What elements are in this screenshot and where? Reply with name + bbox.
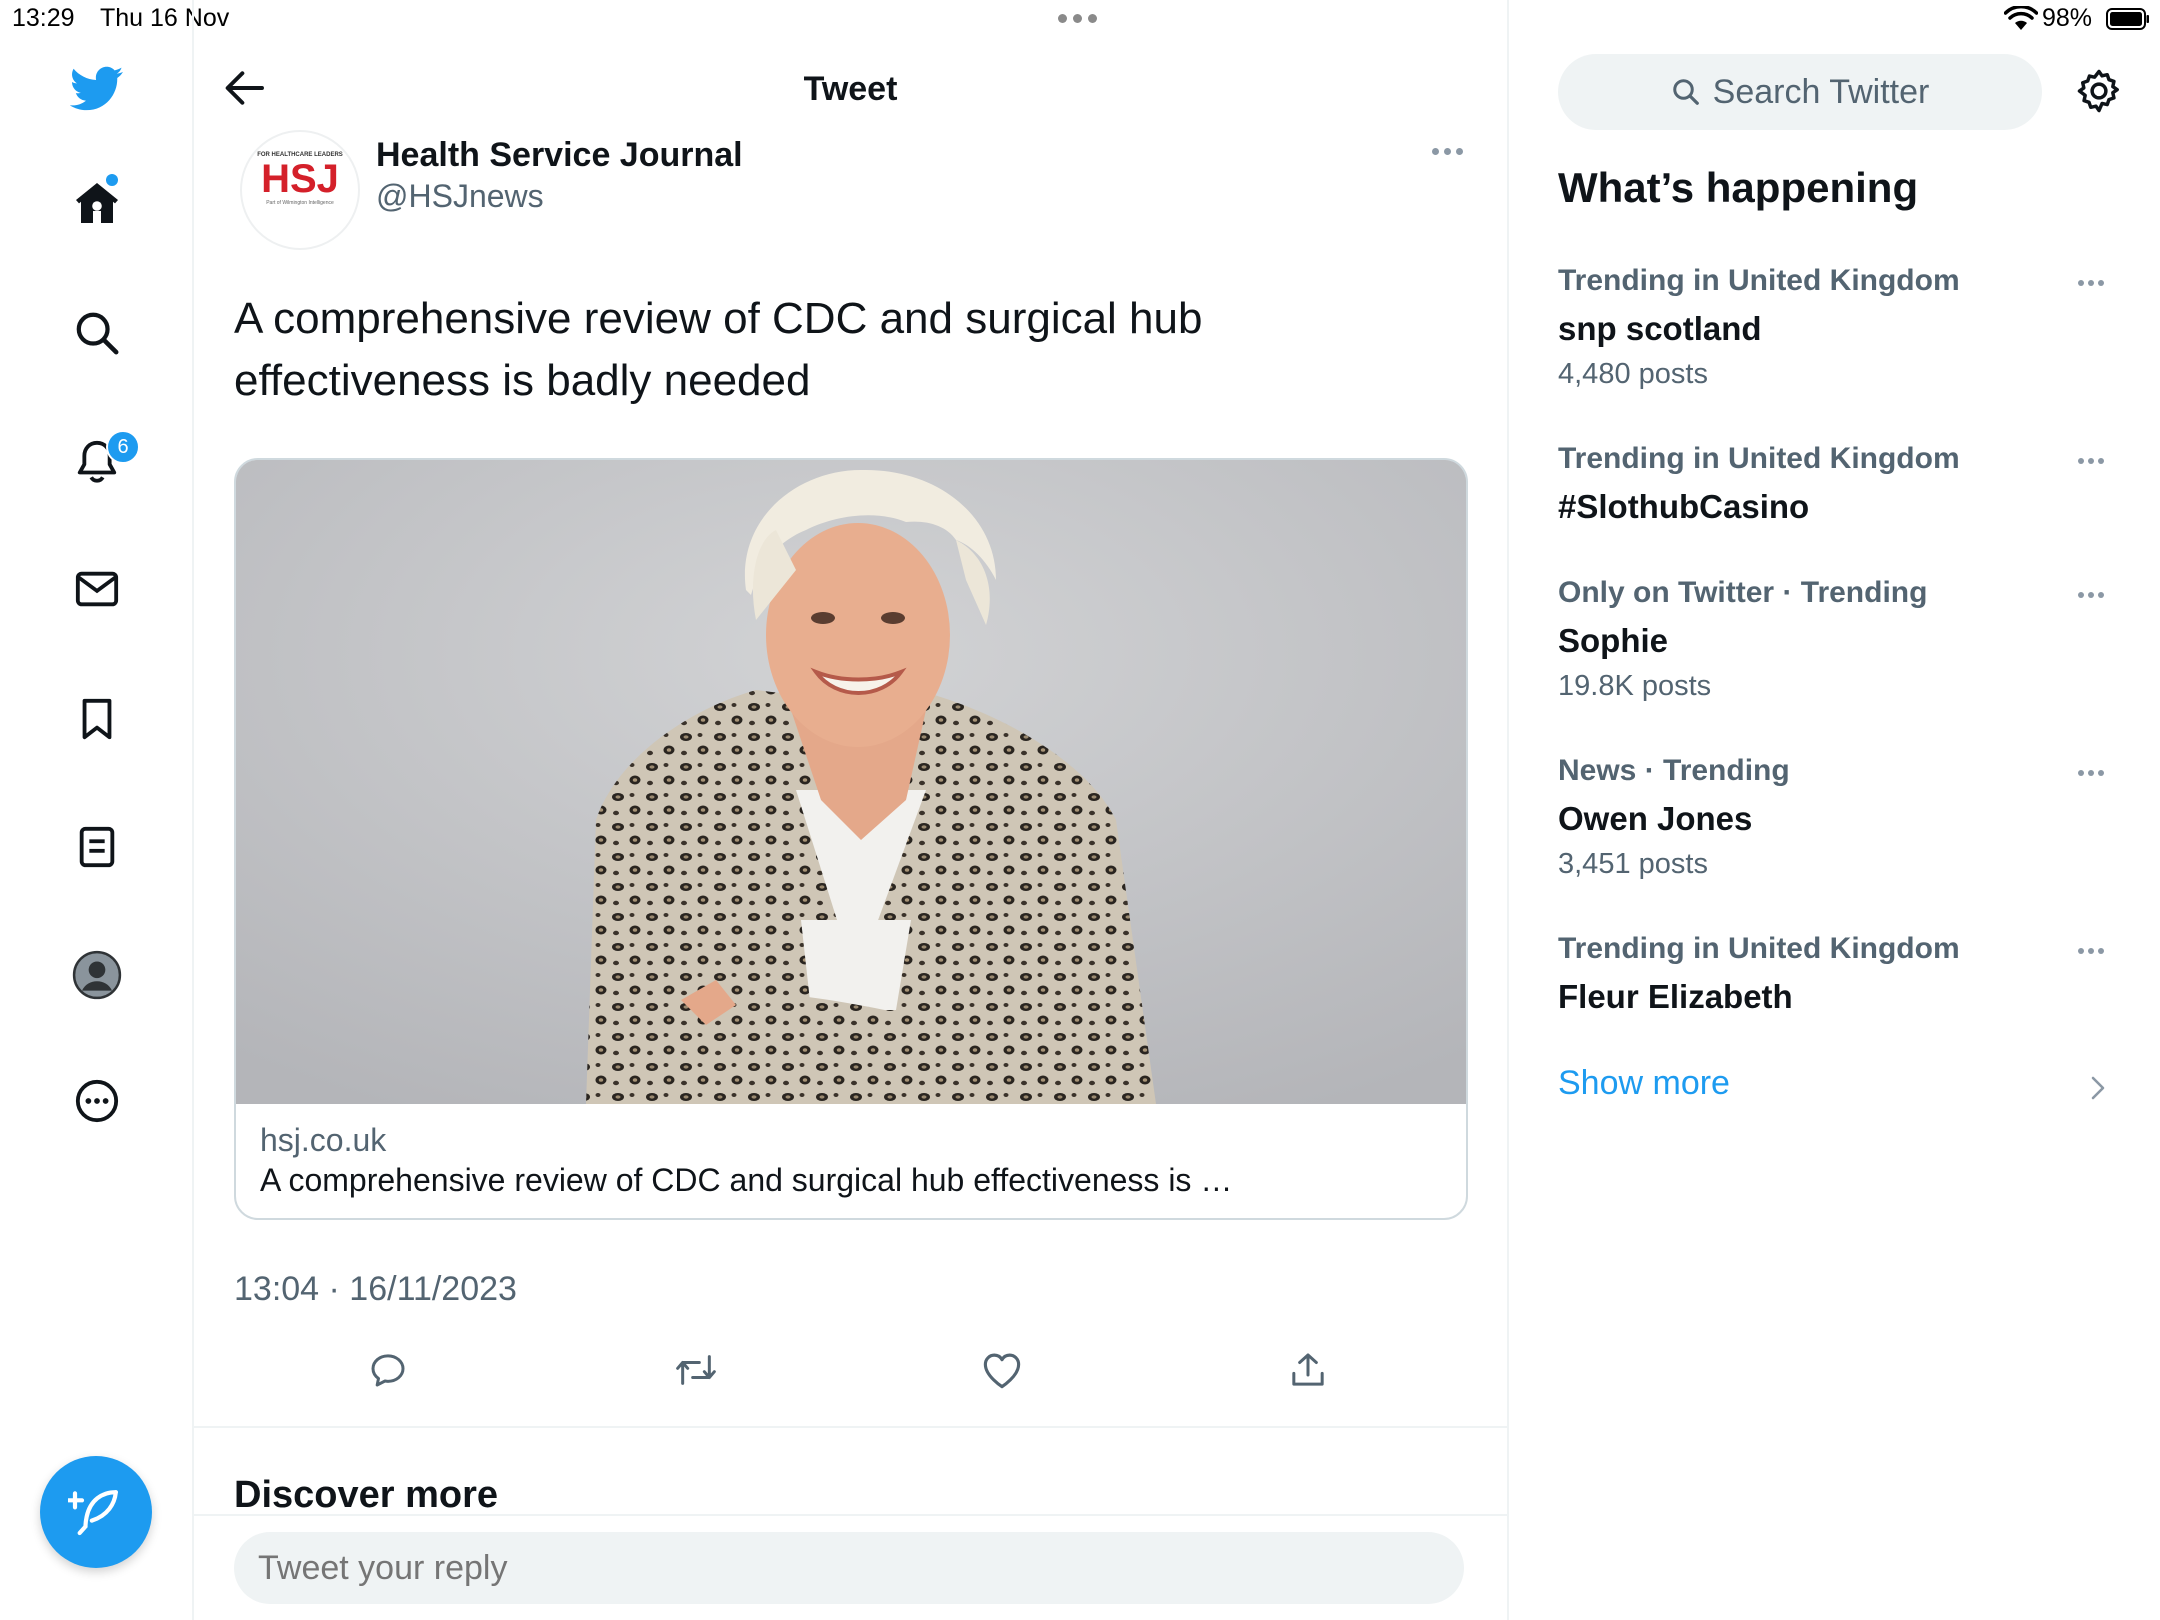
trend-name[interactable]: Fleur Elizabeth — [1558, 978, 1793, 1016]
link-card[interactable]: hsj.co.uk A comprehensive review of CDC … — [234, 458, 1468, 1220]
author-avatar[interactable]: FOR HEALTHCARE LEADERS HSJ Part of Wilmi… — [240, 130, 360, 250]
column-divider — [1507, 0, 1509, 1620]
trend-name[interactable]: snp scotland — [1558, 310, 1762, 348]
trend-more-icon[interactable] — [2078, 768, 2108, 778]
card-title: A comprehensive review of CDC and surgic… — [260, 1162, 1233, 1198]
page-title: Tweet — [803, 70, 898, 108]
tweet-timestamp: 13:04 · 16/11/2023 — [234, 1270, 517, 1308]
settings-gear-icon[interactable] — [2070, 62, 2128, 120]
card-domain: hsj.co.uk — [260, 1122, 387, 1158]
trend-context: Trending in United Kingdom — [1558, 932, 1960, 965]
share-icon[interactable] — [1276, 1340, 1340, 1400]
compose-feather-icon — [68, 1490, 118, 1536]
profile-avatar-icon[interactable] — [66, 944, 128, 1006]
trend-name[interactable]: Owen Jones — [1558, 800, 1752, 838]
like-heart-icon[interactable] — [970, 1340, 1034, 1400]
whats-happening-heading: What’s happening — [1558, 164, 1919, 211]
search-field[interactable]: Search Twitter — [1558, 54, 2042, 130]
battery-icon — [2106, 8, 2149, 30]
tweet-more-icon[interactable] — [1432, 144, 1466, 158]
notifications-count-badge: 6 — [106, 430, 140, 464]
battery-percent: 98% — [2042, 4, 2093, 32]
portrait-photo — [236, 460, 1466, 1104]
section-divider — [194, 1426, 1507, 1428]
trend-more-icon[interactable] — [2078, 590, 2108, 600]
discover-more-heading: Discover more — [234, 1474, 499, 1516]
nav-divider — [192, 0, 194, 1620]
card-image — [236, 460, 1466, 1104]
wifi-icon — [2004, 6, 2038, 30]
trend-context: Trending in United Kingdom — [1558, 442, 1960, 475]
status-time: 13:29 — [12, 4, 75, 32]
status-date: Thu 16 Nov — [100, 4, 230, 32]
chevron-right-icon — [2091, 1076, 2105, 1100]
messages-mail-icon[interactable] — [66, 558, 128, 620]
reply-icon[interactable] — [356, 1340, 420, 1400]
multitasking-dots-icon[interactable] — [1058, 8, 1112, 28]
trend-context: Trending in United Kingdom — [1558, 264, 1960, 297]
lists-icon[interactable] — [66, 816, 128, 878]
author-name[interactable]: Health Service Journal — [376, 136, 743, 175]
svg-text:HSJ: HSJ — [261, 157, 339, 201]
retweet-icon[interactable] — [664, 1340, 728, 1400]
trend-name[interactable]: #SlothubCasino — [1558, 488, 1809, 526]
trend-count: 4,480 posts — [1558, 358, 1708, 390]
svg-text:Part of Wilmington Intelligenc: Part of Wilmington Intelligence — [266, 200, 334, 206]
compose-tweet-button[interactable] — [40, 1456, 152, 1568]
bookmarks-icon[interactable] — [66, 688, 128, 750]
trend-count: 3,451 posts — [1558, 848, 1708, 880]
search-icon — [1672, 79, 1699, 105]
hsj-logo: FOR HEALTHCARE LEADERS HSJ Part of Wilmi… — [257, 152, 343, 206]
more-options-icon[interactable] — [66, 1070, 128, 1132]
reply-bar-divider — [194, 1514, 1507, 1516]
trend-more-icon[interactable] — [2078, 278, 2108, 288]
search-placeholder: Search Twitter — [1712, 72, 1930, 111]
search-icon[interactable] — [66, 302, 128, 364]
tweet-text: A comprehensive review of CDC and surgic… — [234, 294, 1203, 405]
trend-name[interactable]: Sophie — [1558, 622, 1668, 660]
trend-count: 19.8K posts — [1558, 670, 1712, 702]
trend-context: Only on Twitter · Trending — [1558, 576, 1928, 609]
reply-input[interactable] — [234, 1532, 1464, 1604]
twitter-logo-icon[interactable] — [66, 58, 128, 120]
home-unread-dot — [106, 174, 118, 186]
author-handle[interactable]: @HSJnews — [376, 178, 544, 215]
trend-more-icon[interactable] — [2078, 456, 2108, 466]
trend-more-icon[interactable] — [2078, 946, 2108, 956]
home-icon[interactable] — [66, 172, 128, 234]
show-more-link[interactable]: Show more — [1558, 1064, 1730, 1103]
trend-context: News · Trending — [1558, 754, 1790, 787]
